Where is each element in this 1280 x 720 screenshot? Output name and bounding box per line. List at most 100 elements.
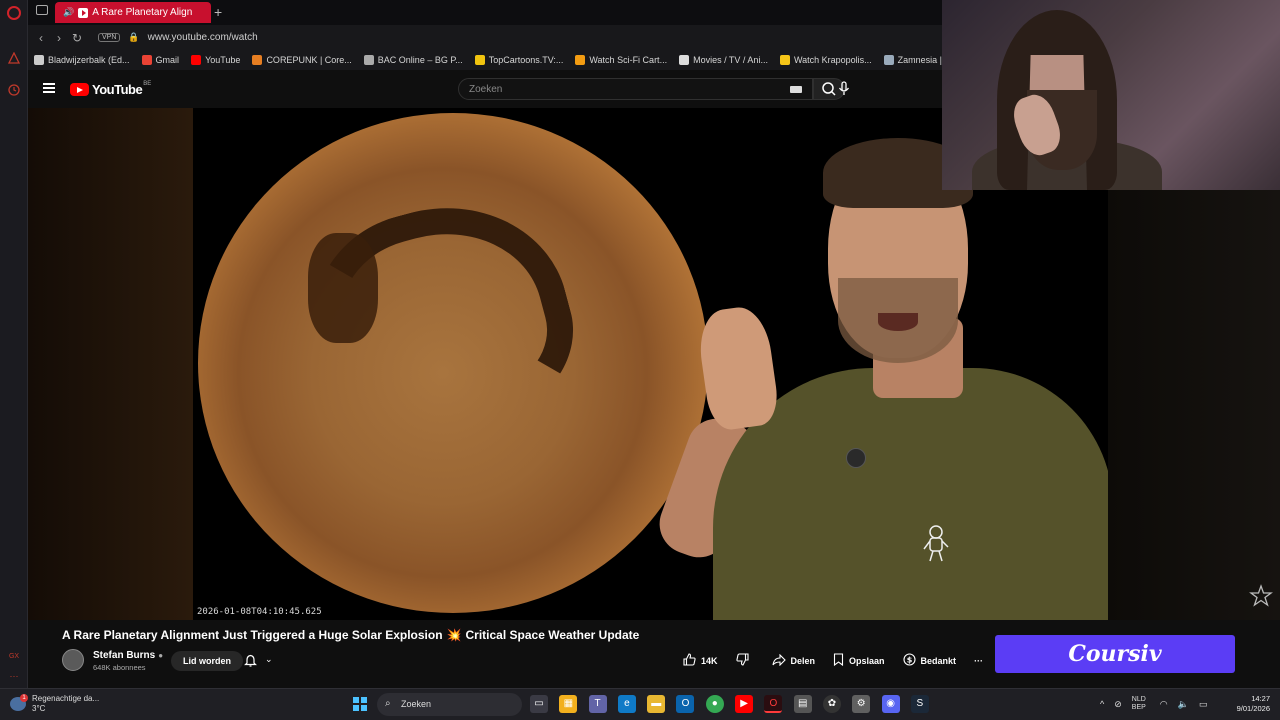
country-code: BE — [143, 80, 152, 87]
bookmark-item[interactable]: COREPUNK | Core... — [252, 55, 352, 65]
opera-gx-icon[interactable]: O — [764, 695, 783, 713]
channel-watermark-icon[interactable] — [1248, 584, 1274, 610]
chrome-icon[interactable]: ● — [705, 695, 724, 713]
sidebar-more-icon[interactable]: ··· — [6, 668, 22, 684]
presenter-mouth — [878, 313, 918, 331]
reload-icon[interactable]: ↻ — [68, 31, 86, 45]
coronal-hole-dark — [308, 233, 378, 343]
weather-badge: 1 — [20, 694, 28, 702]
outlook-icon[interactable]: O — [676, 695, 695, 713]
settings-icon[interactable]: ⚙ — [852, 695, 871, 713]
youtube-app-icon[interactable]: ▶ — [735, 695, 754, 713]
zamnesia-icon — [883, 55, 894, 65]
bookmark-item[interactable]: TopCartoons.TV:... — [474, 55, 564, 65]
menu-icon[interactable] — [43, 83, 55, 93]
opera-logo-icon[interactable] — [6, 5, 22, 21]
tab-title: A Rare Planetary Align — [92, 7, 193, 18]
channel-name[interactable]: Stefan Burns — [93, 650, 155, 661]
history-icon[interactable] — [6, 82, 22, 98]
save-button[interactable]: Opslaan — [833, 653, 885, 669]
presenter-hand — [694, 303, 782, 433]
task-view-icon[interactable]: ▭ — [530, 695, 548, 713]
browser-sidebar: GX ··· — [0, 0, 28, 688]
search-input[interactable]: Zoeken — [458, 78, 813, 100]
channel-name-row[interactable]: Stefan Burns ● — [93, 650, 163, 661]
bookmark-item[interactable]: Watch Sci-Fi Cart... — [575, 55, 667, 65]
youtube-header: YouTube BE Zoeken — [28, 70, 942, 108]
video-details: A Rare Planetary Alignment Just Triggere… — [28, 620, 1280, 688]
network-off-icon[interactable]: ⊘ — [1114, 699, 1122, 710]
video-timestamp-overlay: 2026-01-08T04:10:45.625 — [197, 607, 322, 617]
windows-start-icon[interactable] — [353, 697, 367, 711]
aria-icon[interactable] — [6, 50, 22, 66]
bookmark-item[interactable]: Watch Krapopolis... — [779, 55, 872, 65]
bookmark-item[interactable]: Gmail — [141, 55, 179, 65]
bookmark-item[interactable]: Zamnesia | Het Be — [883, 55, 942, 65]
calculator-icon[interactable]: ▤ — [793, 695, 812, 713]
bookmark-label: Bladwijzerbalk (Ed... — [48, 55, 130, 65]
bookmark-label: TopCartoons.TV:... — [488, 55, 564, 65]
lock-icon[interactable]: 🔒 — [128, 32, 139, 43]
lapel-mic — [846, 448, 866, 468]
discord-icon[interactable]: ◉ — [881, 695, 900, 713]
gx-icon[interactable]: GX — [6, 648, 22, 664]
youtube-logo[interactable]: YouTube BE — [70, 80, 152, 97]
verified-icon: ● — [158, 651, 164, 660]
share-button[interactable]: Delen — [771, 653, 815, 669]
join-button[interactable]: Lid worden — [171, 651, 243, 671]
thumbs-down-icon — [735, 653, 749, 669]
dislike-button[interactable] — [735, 653, 754, 669]
taskbar-search-input[interactable]: ⌕ Zoeken — [377, 693, 522, 716]
vpn-badge[interactable]: VPN — [98, 33, 121, 42]
channel-avatar[interactable] — [62, 649, 84, 671]
teams-icon[interactable]: T — [588, 695, 607, 713]
presenter — [651, 138, 1108, 620]
file-explorer-icon[interactable]: ▬ — [647, 695, 666, 713]
tab-menu-icon[interactable] — [36, 5, 48, 15]
weather-widget[interactable]: 1 Regenachtige da... 3°C — [10, 694, 99, 714]
new-tab-button[interactable]: + — [214, 4, 222, 20]
widgets-icon[interactable]: ▦ — [559, 695, 578, 713]
language-indicator[interactable]: NLD BEP — [1132, 696, 1146, 712]
more-actions-button[interactable]: ··· — [974, 656, 983, 666]
bookmark-item[interactable]: Bladwijzerbalk (Ed... — [34, 55, 130, 65]
bookmark-label: Watch Sci-Fi Cart... — [589, 55, 668, 65]
wifi-icon[interactable]: ◠ — [1160, 699, 1168, 710]
subscriber-count: 648K abonnees — [93, 663, 146, 672]
thanks-button[interactable]: $ Bedankt — [902, 653, 956, 669]
speaker-icon[interactable]: 🔊 — [63, 7, 74, 18]
sponsor-banner[interactable]: Coursiv — [995, 635, 1235, 673]
bookmark-label: BAC Online – BG P... — [377, 55, 463, 65]
search-icon: ⌕ — [385, 698, 391, 709]
title-emoji: 💥 — [446, 628, 462, 642]
chevron-down-icon[interactable]: ⌄ — [265, 654, 273, 665]
volume-icon[interactable]: 🔈 — [1178, 699, 1189, 710]
youtube-logo-text: YouTube — [92, 82, 143, 97]
language-line1: NLD — [1131, 696, 1146, 703]
forward-icon[interactable]: › — [50, 31, 68, 45]
back-icon[interactable]: ‹ — [32, 31, 50, 45]
tab-youtube[interactable]: 🔊 A Rare Planetary Align — [55, 2, 211, 23]
bookmark-item[interactable]: Movies / TV / Ani... — [679, 55, 768, 65]
notification-bell-icon[interactable] — [244, 654, 257, 670]
svg-text:$: $ — [906, 656, 912, 665]
sun-image — [198, 113, 708, 613]
url-field[interactable]: www.youtube.com/watch — [148, 32, 258, 43]
language-line2: BEP — [1131, 704, 1146, 711]
like-button[interactable]: 14K — [683, 653, 718, 669]
keyboard-icon[interactable] — [790, 86, 802, 93]
search-placeholder: Zoeken — [469, 84, 503, 95]
video-title-suffix: Critical Space Weather Update — [465, 628, 640, 642]
thumbs-up-icon — [683, 653, 696, 669]
voice-search-button[interactable] — [834, 79, 854, 99]
taskbar-apps: ▭ ▦ T e ▬ O ● ▶ O ▤ ✿ ⚙ ◉ S — [530, 695, 940, 713]
bookmark-item[interactable]: BAC Online – BG P... — [363, 55, 463, 65]
bookmark-item[interactable]: YouTube — [191, 55, 240, 65]
chatgpt-icon[interactable]: ✿ — [822, 695, 841, 713]
steam-icon[interactable]: S — [910, 695, 929, 713]
battery-icon[interactable]: ▭ — [1199, 699, 1208, 710]
clock[interactable]: 14:27 9/01/2026 — [1237, 694, 1270, 714]
edge-icon[interactable]: e — [617, 695, 636, 713]
tray-overflow-icon[interactable]: ^ — [1100, 699, 1104, 709]
webcam-overlay — [942, 0, 1280, 190]
